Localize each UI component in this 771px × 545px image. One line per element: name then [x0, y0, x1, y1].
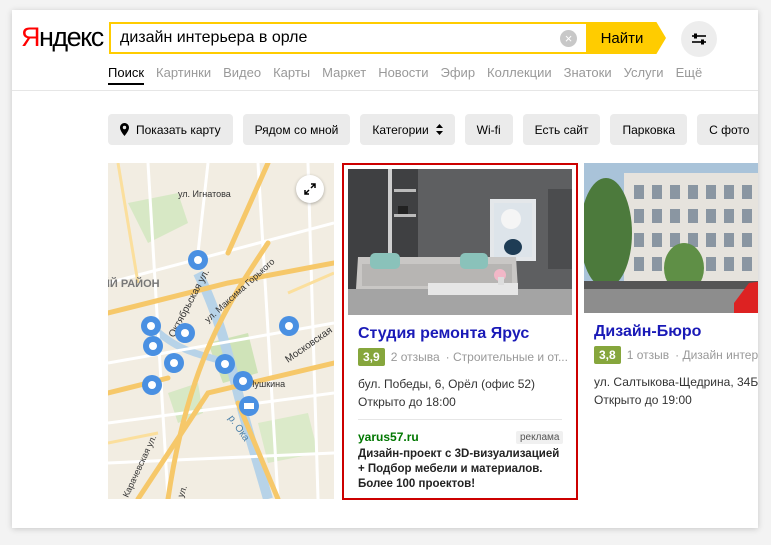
map-pin[interactable] — [143, 336, 163, 356]
show-map-chip[interactable]: Показать карту — [108, 114, 233, 145]
search-button[interactable]: Найти — [586, 22, 666, 54]
map-pin-furniture[interactable] — [239, 396, 259, 416]
tab-efir[interactable]: Эфир — [441, 65, 476, 85]
rating-badge: 3,8 — [594, 346, 621, 364]
settings-button[interactable] — [681, 21, 717, 57]
building-photo — [584, 163, 758, 313]
header-divider — [12, 90, 758, 91]
org-address: ул. Салтыкова-Щедрина, 34Б, О — [594, 375, 758, 389]
org-name[interactable]: Студия ремонта Ярус — [358, 325, 529, 343]
has-site-chip[interactable]: Есть сайт — [522, 114, 601, 145]
search-box: × — [109, 22, 586, 54]
org-photo[interactable] — [348, 169, 572, 315]
org-hours: Открыто до 18:00 — [358, 395, 456, 409]
org-hours: Открыто до 19:00 — [594, 393, 692, 407]
parking-chip[interactable]: Парковка — [610, 114, 688, 145]
logo-rest: ндекс — [39, 22, 104, 52]
reviews-link[interactable]: 1 отзыв — [627, 348, 669, 362]
search-tabs: Поиск Картинки Видео Карты Маркет Новост… — [108, 65, 714, 85]
map-pin[interactable] — [141, 316, 161, 336]
tab-search[interactable]: Поиск — [108, 65, 145, 85]
map-label-pushkina: Пушкина — [248, 379, 285, 389]
interior-photo — [348, 169, 572, 315]
reviews-link[interactable]: 2 отзыва — [391, 350, 440, 364]
map-pin[interactable] — [233, 371, 253, 391]
map-pin[interactable] — [164, 353, 184, 373]
categories-chip[interactable]: Категории — [360, 114, 455, 145]
map-pin-icon — [120, 123, 129, 136]
nearby-label: Рядом со мной — [254, 122, 339, 137]
wifi-chip[interactable]: Wi-fi — [464, 114, 513, 145]
map-pin[interactable] — [175, 323, 195, 343]
filter-chips: Показать карту Рядом со мной Категории W… — [108, 114, 758, 145]
org-category: · Дизайн интерье — [675, 348, 758, 362]
tab-maps[interactable]: Карты — [273, 65, 310, 85]
org-category: · Строительные и от... — [445, 350, 568, 364]
results-map[interactable]: ул. Игнатова ЙЙ РАЙОН Октябрьская ул. ул… — [108, 163, 334, 499]
expand-icon — [304, 183, 316, 195]
ad-text[interactable]: Дизайн-проект с 3D-визуализацией + Подбо… — [358, 447, 566, 492]
clear-icon[interactable]: × — [560, 30, 577, 47]
tab-market[interactable]: Маркет — [322, 65, 366, 85]
ad-divider — [358, 419, 562, 420]
map-pin[interactable] — [279, 316, 299, 336]
map-pin[interactable] — [142, 375, 162, 395]
org-address: бул. Победы, 6, Орёл (офис 52) — [358, 377, 536, 391]
org-photo[interactable] — [584, 163, 758, 313]
expand-map-button[interactable] — [296, 175, 324, 203]
categories-label: Категории — [372, 122, 429, 137]
with-photo-label: С фото — [709, 122, 750, 137]
map-label-ignatova: ул. Игнатова — [178, 189, 231, 199]
map-pin[interactable] — [188, 250, 208, 270]
logo-first-letter: Я — [21, 22, 41, 52]
tab-news[interactable]: Новости — [378, 65, 428, 85]
map-label-district: ЙЙ РАЙОН — [108, 277, 160, 290]
map-canvas: ул. Игнатова ЙЙ РАЙОН Октябрьская ул. ул… — [108, 163, 334, 499]
parking-label: Парковка — [622, 122, 676, 137]
rating-row: 3,9 2 отзыва · Строительные и от... — [358, 348, 568, 366]
nearby-chip[interactable]: Рядом со мной — [242, 114, 351, 145]
with-photo-chip[interactable]: С фото — [697, 114, 758, 145]
tab-video[interactable]: Видео — [223, 65, 261, 85]
org-card[interactable]: Дизайн-Бюро 3,8 1 отзыв · Дизайн интерье… — [584, 163, 758, 500]
search-input[interactable] — [120, 24, 550, 52]
tab-collections[interactable]: Коллекции — [487, 65, 552, 85]
tab-znatoki[interactable]: Знатоки — [564, 65, 612, 85]
serp-frame: Яндекс × Найти Поиск Картинки Видео Карт… — [12, 10, 758, 528]
sliders-icon — [692, 33, 706, 45]
org-name[interactable]: Дизайн-Бюро — [594, 323, 701, 341]
rating-badge: 3,9 — [358, 348, 385, 366]
ad-label: реклама — [516, 431, 564, 444]
yandex-logo[interactable]: Яндекс — [21, 22, 104, 53]
has-site-label: Есть сайт — [534, 122, 589, 137]
map-pin[interactable] — [215, 354, 235, 374]
wifi-label: Wi-fi — [476, 122, 501, 137]
org-card[interactable]: Студия ремонта Ярус 3,9 2 отзыва · Строи… — [342, 163, 578, 500]
ad-domain-link[interactable]: yarus57.ru — [358, 430, 419, 444]
tab-services[interactable]: Услуги — [624, 65, 664, 85]
tab-more[interactable]: Ещё — [676, 65, 703, 85]
sort-arrows-icon — [435, 124, 443, 135]
show-map-label: Показать карту — [136, 122, 221, 137]
rating-row: 3,8 1 отзыв · Дизайн интерье — [594, 346, 758, 364]
tab-images[interactable]: Картинки — [156, 65, 211, 85]
